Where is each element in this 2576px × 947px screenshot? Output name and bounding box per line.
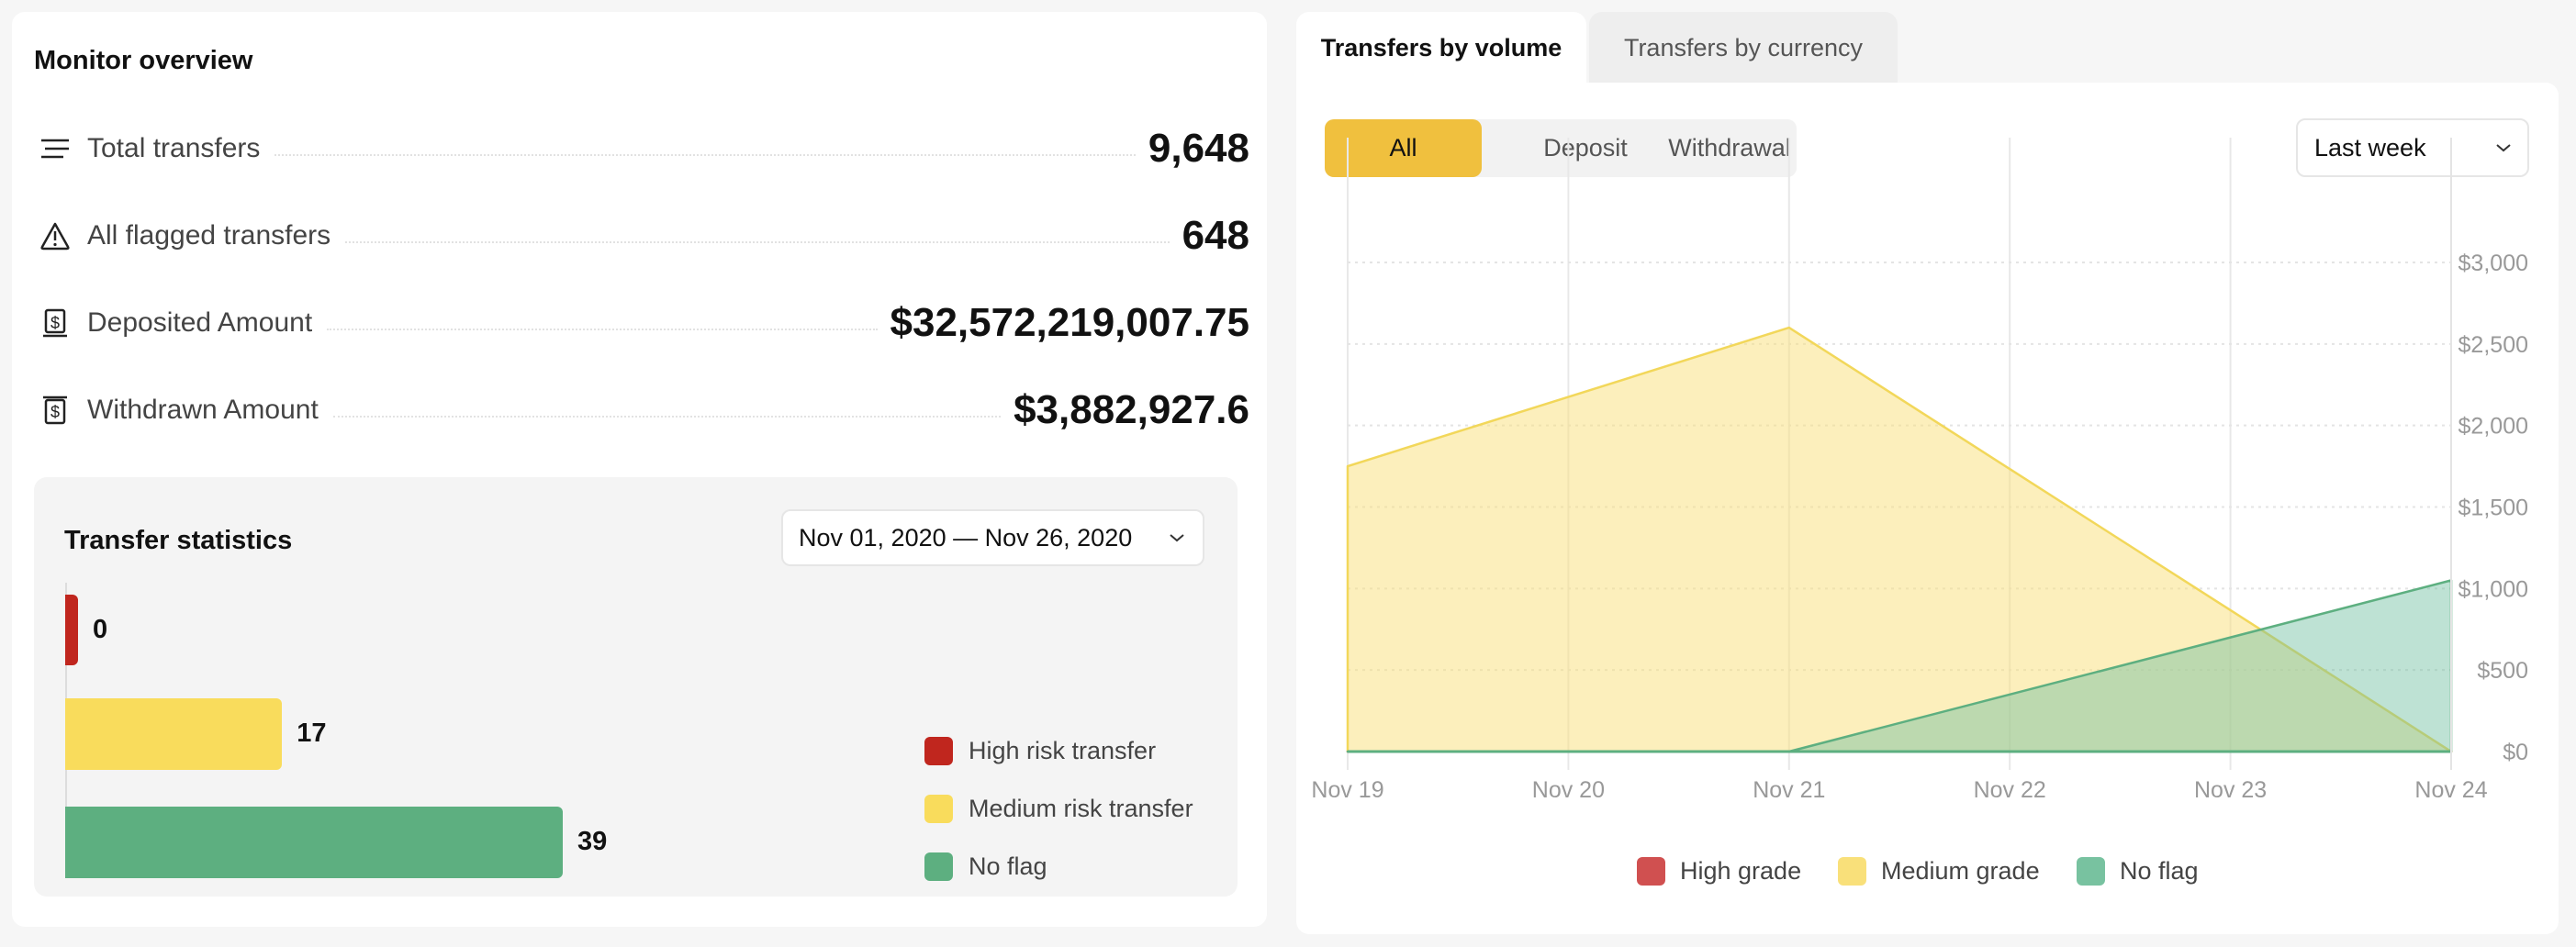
y-tick-label: $2,500 — [2458, 332, 2528, 358]
risk-bar — [65, 807, 563, 878]
svg-text:$: $ — [50, 314, 60, 332]
chart-legend-item[interactable]: High grade — [1637, 856, 1801, 886]
metric-total-transfers: Total transfers 9,648 — [39, 121, 1249, 176]
legend-label: No flag — [969, 852, 1047, 880]
legend-swatch — [924, 852, 953, 881]
dotted-leader — [332, 416, 1002, 418]
metric-value: $3,882,927.6 — [1014, 387, 1249, 432]
risk-bar — [65, 595, 78, 665]
risk-bar-value: 17 — [297, 719, 327, 748]
dotted-leader — [345, 241, 1170, 243]
metric-flagged-transfers: All flagged transfers 648 — [39, 208, 1249, 263]
metric-value: 648 — [1182, 213, 1249, 258]
panel-title: Monitor overview — [34, 46, 253, 75]
chevron-down-icon — [1166, 527, 1188, 549]
legend-swatch — [2077, 856, 2105, 886]
legend-label: Medium risk transfer — [969, 794, 1193, 822]
date-range-value: Nov 01, 2020 — Nov 26, 2020 — [799, 523, 1133, 551]
metric-label: Withdrawn Amount — [87, 395, 319, 425]
risk-bar — [65, 698, 283, 770]
x-tick-label: Nov 24 — [2414, 777, 2487, 803]
svg-text:$: $ — [50, 403, 60, 421]
date-range-dropdown[interactable]: Nov 01, 2020 — Nov 26, 2020 — [781, 509, 1204, 566]
stats-title: Transfer statistics — [64, 526, 293, 555]
y-tick-label: $0 — [2503, 740, 2528, 765]
risk-bar-value: 39 — [577, 827, 608, 856]
volume-area-chart: $0 $500 $1,000 $1,500 $2,000 $2,500 $3,000 Nov … — [1311, 138, 2528, 803]
x-tick-label: Nov 21 — [1753, 777, 1825, 803]
dotted-leader — [274, 154, 1136, 156]
x-tick-label: Nov 23 — [2194, 777, 2267, 803]
monitor-overview-panel: Monitor overview Total transfers 9,648 A… — [12, 12, 1267, 927]
legend-swatch — [924, 794, 953, 823]
legend-label: Medium grade — [1881, 856, 2040, 885]
y-tick-label: $1,500 — [2458, 496, 2528, 521]
legend-label: No flag — [2120, 856, 2199, 885]
legend-label: High risk transfer — [969, 736, 1157, 764]
y-tick-label: $3,000 — [2458, 251, 2528, 276]
x-tick-label: Nov 22 — [1974, 777, 2046, 803]
transfers-by-volume-panel: All Deposit Withdrawal Last week $0 $500 $… — [1296, 83, 2559, 934]
dotted-leader — [327, 329, 878, 330]
tab-transfers-by-currency[interactable]: Transfers by currency — [1589, 12, 1898, 84]
chart-legend-item[interactable]: No flag — [2077, 856, 2199, 886]
legend-item: Medium risk transfer — [924, 790, 1193, 827]
withdraw-icon: $ — [39, 395, 71, 426]
tab-transfers-by-volume[interactable]: Transfers by volume — [1296, 12, 1586, 84]
transfer-statistics-card: Transfer statistics Nov 01, 2020 — Nov 2… — [34, 477, 1238, 897]
warning-icon — [39, 220, 71, 251]
metric-withdrawn-amount: $ Withdrawn Amount $3,882,927.6 — [39, 383, 1249, 438]
y-tick-label: $1,000 — [2458, 576, 2528, 602]
legend-label: High grade — [1680, 856, 1802, 885]
legend-swatch — [924, 736, 953, 765]
list-icon — [39, 133, 71, 164]
y-tick-label: $2,000 — [2458, 414, 2528, 440]
legend-item: No flag — [924, 848, 1047, 885]
deposit-icon: $ — [39, 307, 71, 339]
x-tick-label: Nov 20 — [1532, 777, 1605, 803]
x-tick-label: Nov 19 — [1311, 777, 1383, 803]
metric-value: 9,648 — [1148, 126, 1249, 171]
metric-deposited-amount: $ Deposited Amount $32,572,219,007.75 — [39, 295, 1249, 351]
chart-legend-item[interactable]: Medium grade — [1838, 856, 2040, 886]
metric-value: $32,572,219,007.75 — [890, 300, 1250, 345]
metric-label: Total transfers — [87, 133, 261, 163]
metric-label: All flagged transfers — [87, 220, 331, 251]
metric-label: Deposited Amount — [87, 307, 313, 338]
legend-swatch — [1838, 856, 1866, 886]
risk-bar-value: 0 — [93, 614, 108, 644]
y-tick-label: $500 — [2477, 658, 2528, 684]
legend-swatch — [1637, 856, 1665, 886]
legend-item: High risk transfer — [924, 732, 1156, 769]
